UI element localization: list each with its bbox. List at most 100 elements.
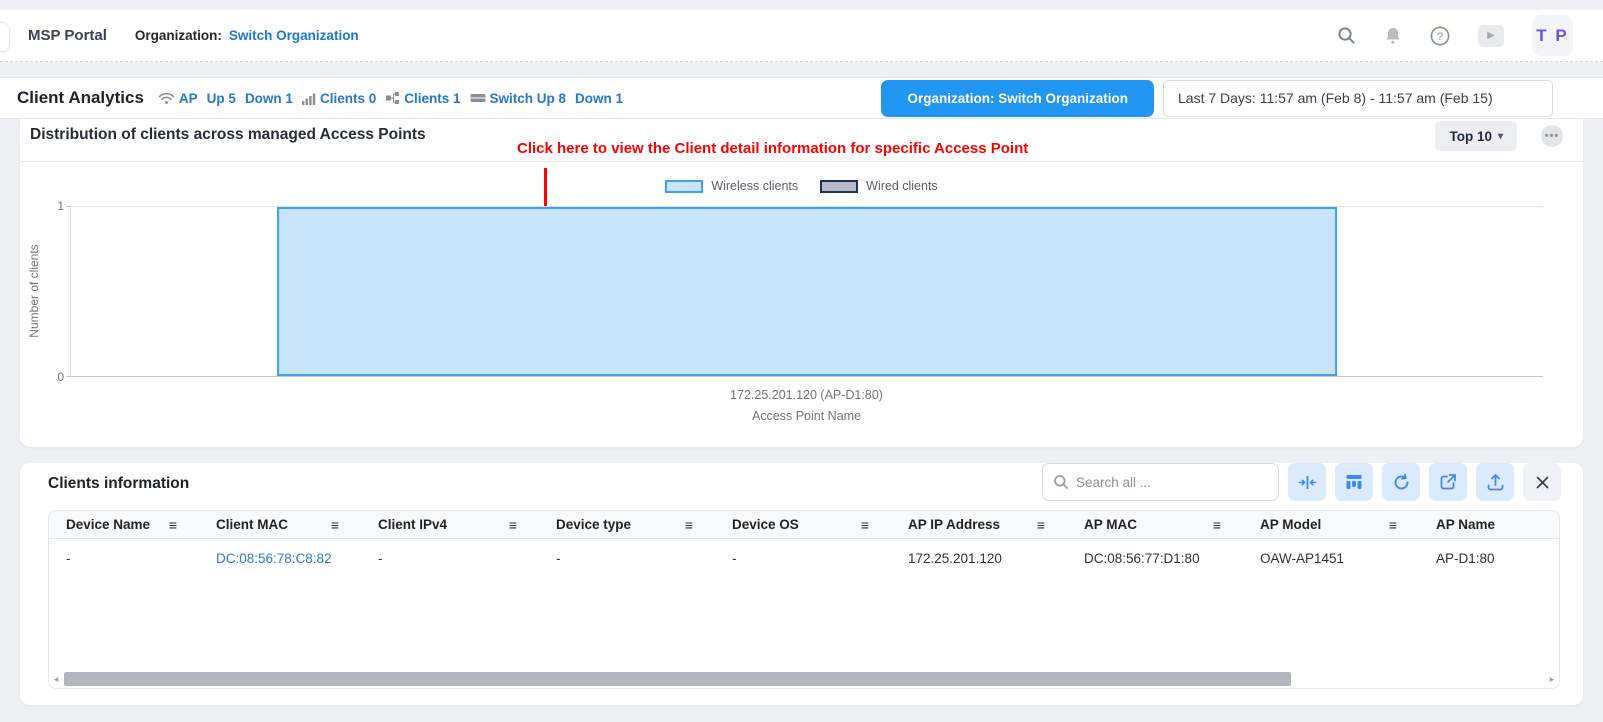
wireless-clients-bar[interactable]	[277, 207, 1337, 376]
search-icon	[1053, 474, 1069, 490]
column-client-mac[interactable]: Client MAC≡	[199, 511, 361, 538]
y-tick-0: 0	[46, 370, 64, 384]
video-tour-icon[interactable]: ▶	[1478, 25, 1504, 47]
organization-selector-button[interactable]: Organization: Switch Organization	[881, 80, 1154, 117]
clients-table-card: Clients information	[20, 463, 1583, 705]
search-input[interactable]	[1076, 475, 1268, 490]
user-avatar[interactable]: T P	[1532, 15, 1573, 56]
chart-card: Distribution of clients across managed A…	[20, 119, 1583, 447]
column-client-ipv4[interactable]: Client IPv4≡	[361, 511, 539, 538]
cell-ap-model: OAW-AP1451	[1243, 551, 1419, 566]
column-ap-name[interactable]: AP Name	[1419, 511, 1559, 538]
notifications-bell-icon[interactable]	[1384, 26, 1402, 45]
y-tick-1: 1	[46, 199, 64, 213]
scroll-left-icon[interactable]: ◂	[51, 672, 61, 686]
table-header-row: Device Name≡ Client MAC≡ Client IPv4≡ De…	[49, 511, 1559, 539]
legend-label: Wired clients	[866, 179, 938, 193]
page-header: Client Analytics AP Up 5 Down 1 Clients …	[0, 77, 1603, 119]
date-range-picker[interactable]: Last 7 Days: 11:57 am (Feb 8) - 11:57 am…	[1163, 80, 1553, 117]
wifi-icon	[158, 92, 175, 105]
status-ap-up[interactable]: Up 5	[207, 91, 236, 106]
status-wired-clients[interactable]: Clients 1	[385, 91, 460, 106]
plot-area	[70, 206, 1543, 377]
x-tick-label: 172.25.201.120 (AP-D1:80)	[70, 388, 1543, 402]
chart-legend: Wireless clients Wired clients	[20, 179, 1583, 193]
cell-device-type: -	[539, 551, 715, 566]
column-ap-ip-address[interactable]: AP IP Address≡	[891, 511, 1067, 538]
wired-swatch	[820, 180, 858, 193]
status-switch-up[interactable]: Switch Up 8	[470, 91, 567, 106]
topology-icon	[385, 91, 400, 105]
column-menu-icon[interactable]: ≡	[685, 517, 693, 533]
top-n-selector[interactable]: Top 10 ▾	[1435, 121, 1517, 151]
column-ap-mac[interactable]: AP MAC≡	[1067, 511, 1243, 538]
chart-menu-icon[interactable]: •••	[1541, 125, 1563, 147]
legend-label: Wireless clients	[711, 179, 798, 193]
y-axis-title: Number of clients	[27, 231, 41, 351]
scrollbar-thumb[interactable]	[64, 672, 1291, 686]
cell-device-name: -	[49, 551, 199, 566]
legend-wireless-clients[interactable]: Wireless clients	[665, 179, 798, 193]
y-tickmark	[66, 376, 71, 377]
topbar-actions: ? ▶ T P	[1337, 15, 1573, 56]
x-axis-title: Access Point Name	[70, 409, 1543, 423]
legend-wired-clients[interactable]: Wired clients	[820, 179, 938, 193]
status-ap[interactable]: AP	[158, 91, 198, 106]
annotation-text: Click here to view the Client detail inf…	[517, 140, 1028, 157]
status-strip: AP Up 5 Down 1 Clients 0 Clients 1 Switc…	[158, 91, 623, 106]
column-menu-icon[interactable]: ≡	[861, 517, 869, 533]
help-icon[interactable]: ?	[1430, 26, 1450, 46]
column-menu-icon[interactable]: ≡	[331, 517, 339, 533]
clients-table: Device Name≡ Client MAC≡ Client IPv4≡ De…	[48, 510, 1560, 689]
cell-ap-name: AP-D1:80	[1419, 551, 1559, 566]
status-switch-down[interactable]: Down 1	[575, 91, 623, 106]
cell-ap-mac: DC:08:56:77:D1:80	[1067, 551, 1243, 566]
search-box[interactable]	[1042, 463, 1279, 501]
column-menu-icon[interactable]: ≡	[1037, 517, 1045, 533]
page: MSP Portal Organization: Switch Organiza…	[0, 0, 1603, 722]
status-ap-label: AP	[179, 91, 198, 106]
chart-title: Distribution of clients across managed A…	[30, 126, 426, 144]
svg-text:?: ?	[1437, 31, 1443, 43]
table-toolbar	[1042, 463, 1561, 501]
switch-icon	[470, 92, 486, 104]
column-ap-model[interactable]: AP Model≡	[1243, 511, 1419, 538]
top-n-label: Top 10	[1449, 129, 1492, 144]
sidebar-toggle-partial[interactable]	[0, 22, 10, 52]
open-external-icon[interactable]	[1429, 463, 1467, 501]
table-row[interactable]: - DC:08:56:78:C8:82 - - - 172.25.201.120…	[49, 539, 1559, 577]
page-title: Client Analytics	[17, 88, 144, 108]
column-menu-icon[interactable]: ≡	[169, 517, 177, 533]
wireless-swatch	[665, 180, 703, 193]
status-ap-down[interactable]: Down 1	[245, 91, 293, 106]
column-menu-icon[interactable]: ≡	[1213, 517, 1221, 533]
organization-link[interactable]: Switch Organization	[229, 28, 359, 43]
cell-client-mac: DC:08:56:78:C8:82	[199, 551, 361, 566]
export-icon[interactable]	[1476, 463, 1514, 501]
close-icon[interactable]	[1523, 463, 1561, 501]
column-device-type[interactable]: Device type≡	[539, 511, 715, 538]
horizontal-scrollbar[interactable]: ◂ ▸	[51, 672, 1557, 686]
scroll-right-icon[interactable]: ▸	[1547, 672, 1557, 686]
columns-icon[interactable]	[1335, 463, 1373, 501]
signal-bars-icon	[302, 92, 316, 105]
column-device-os[interactable]: Device OS≡	[715, 511, 891, 538]
chevron-down-icon: ▾	[1498, 131, 1503, 142]
brand-title: MSP Portal	[28, 27, 107, 44]
table-title: Clients information	[48, 475, 189, 493]
column-menu-icon[interactable]: ≡	[509, 517, 517, 533]
chart-area: Wireless clients Wired clients Number of…	[20, 162, 1583, 446]
status-wireless-clients[interactable]: Clients 0	[302, 91, 376, 106]
cell-client-ipv4: -	[361, 551, 539, 566]
column-device-name[interactable]: Device Name≡	[49, 511, 199, 538]
column-menu-icon[interactable]: ≡	[1389, 517, 1397, 533]
refresh-icon[interactable]	[1382, 463, 1420, 501]
topbar: MSP Portal Organization: Switch Organiza…	[0, 10, 1603, 62]
client-mac-link[interactable]: DC:08:56:78:C8:82	[216, 551, 332, 566]
chart-card-header: Distribution of clients across managed A…	[20, 119, 1583, 162]
table-header-bar: Clients information	[20, 463, 1583, 509]
search-icon[interactable]	[1337, 26, 1356, 45]
organization-breadcrumb: Organization: Switch Organization	[135, 28, 359, 43]
collapse-columns-icon[interactable]	[1288, 463, 1326, 501]
organization-label: Organization:	[135, 28, 222, 43]
